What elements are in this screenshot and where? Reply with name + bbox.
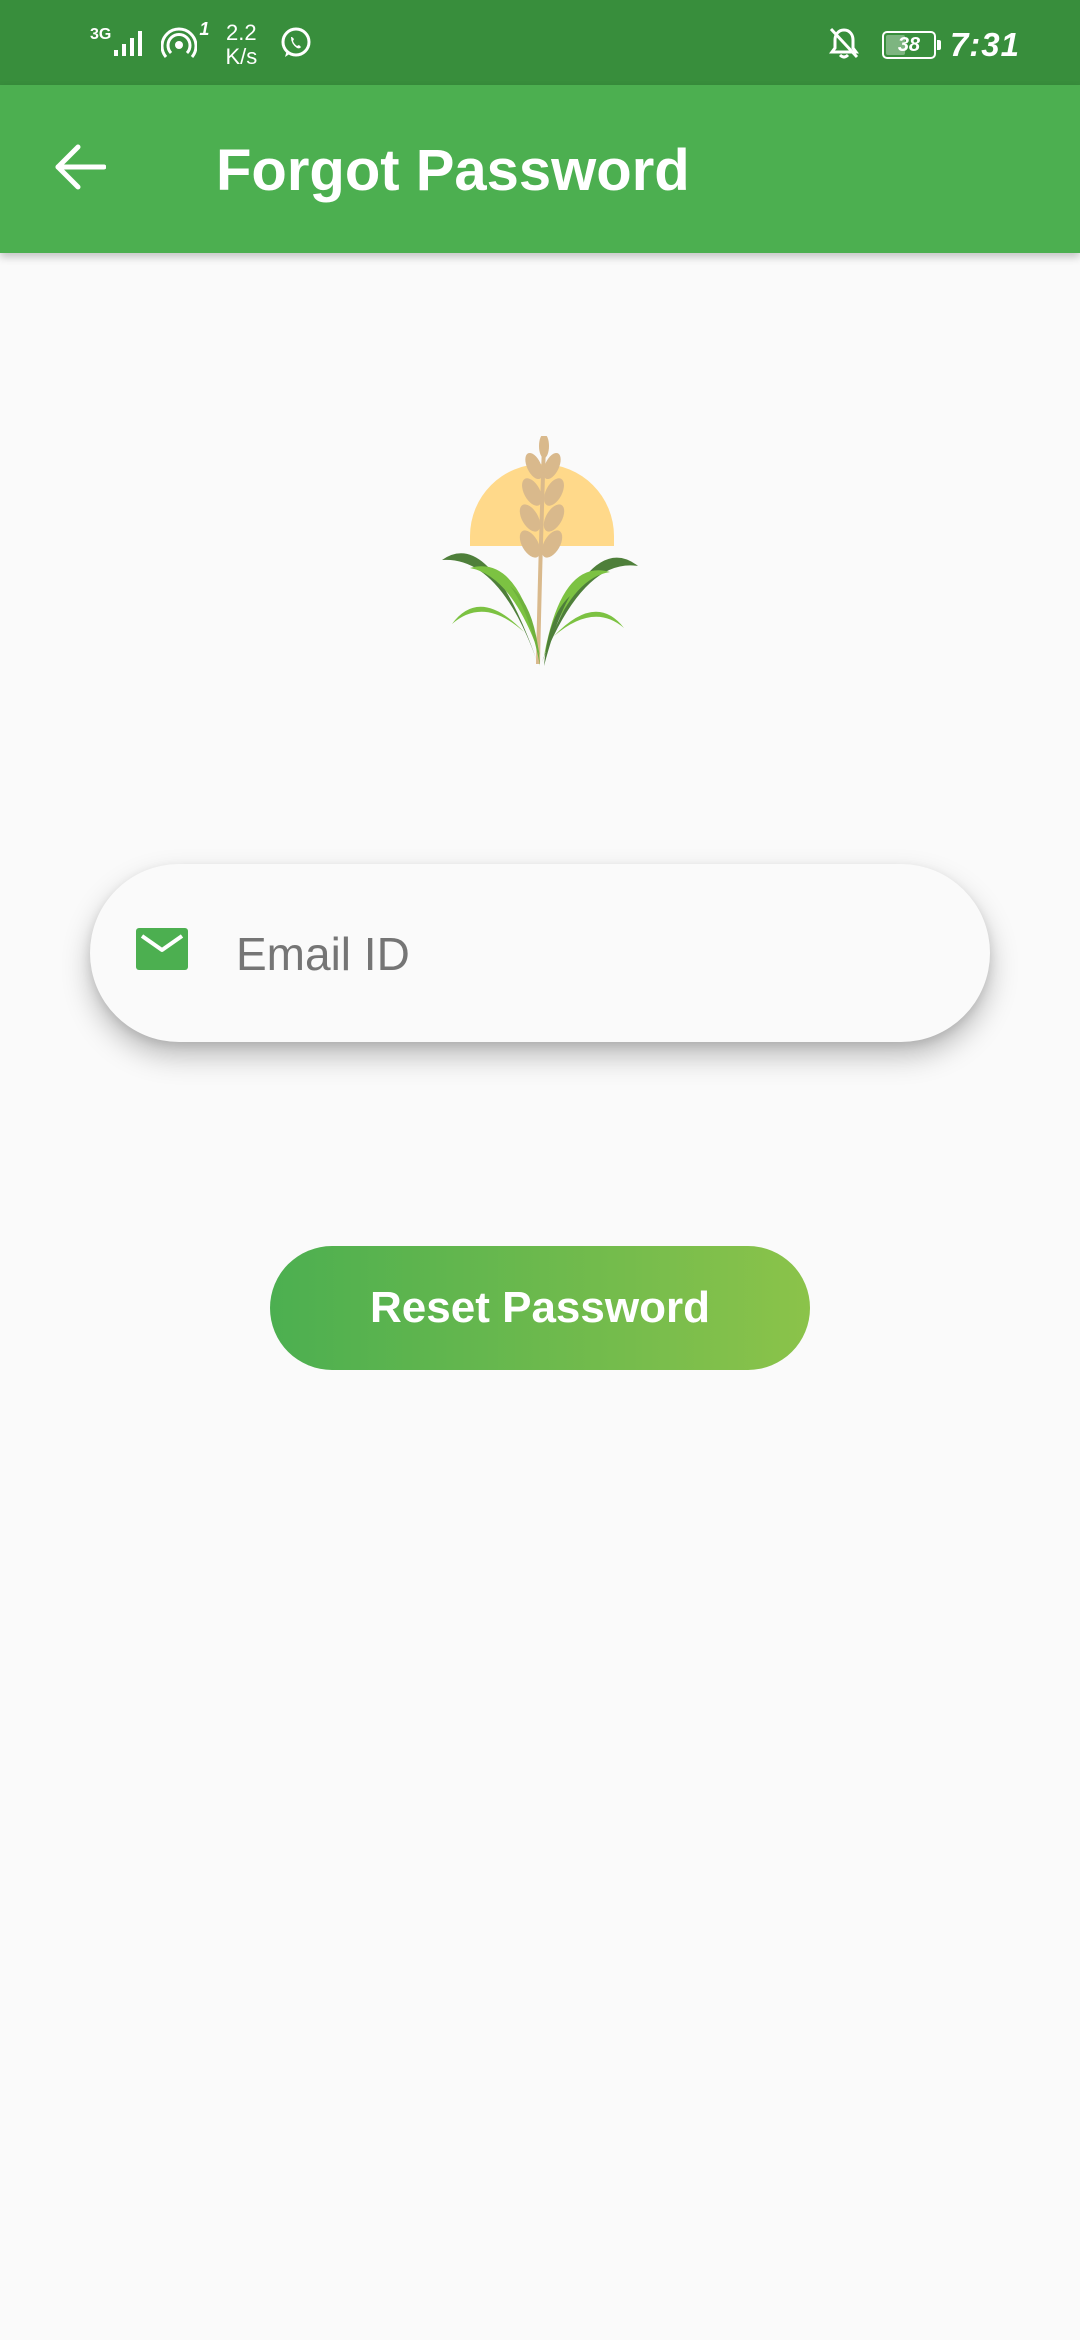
wheat-plant-logo	[440, 434, 640, 676]
email-field[interactable]	[90, 864, 990, 1042]
reset-password-label: Reset Password	[370, 1283, 710, 1332]
reset-password-button[interactable]: Reset Password	[270, 1246, 810, 1370]
signal-icon	[113, 28, 149, 63]
app-bar: Forgot Password	[0, 85, 1080, 253]
back-button[interactable]	[48, 137, 112, 201]
battery-icon: 38	[881, 31, 941, 59]
network-speed-unit: K/s	[225, 44, 258, 69]
network-type: 3G	[90, 26, 112, 43]
battery-level: 38	[897, 34, 921, 56]
mail-icon	[136, 928, 188, 970]
status-time: 7:31	[949, 26, 1020, 63]
network-speed: 2.2 K/s	[221, 21, 261, 69]
page-title: Forgot Password	[216, 138, 690, 203]
email-input[interactable]	[234, 904, 934, 1004]
status-left-group: 3G 1 2.2 K/s	[90, 18, 313, 72]
hotspot-icon: 1	[160, 19, 209, 66]
whatsapp-icon	[279, 26, 313, 65]
hotspot-count: 1	[199, 18, 210, 39]
network-speed-value: 2.2	[226, 20, 257, 45]
status-bar: 3G 1 2.2 K/s 38 7:31	[0, 0, 1080, 85]
arrow-back-icon	[54, 143, 107, 196]
notifications-off-icon	[828, 26, 860, 65]
status-right-group: 38 7:31	[828, 18, 1020, 72]
